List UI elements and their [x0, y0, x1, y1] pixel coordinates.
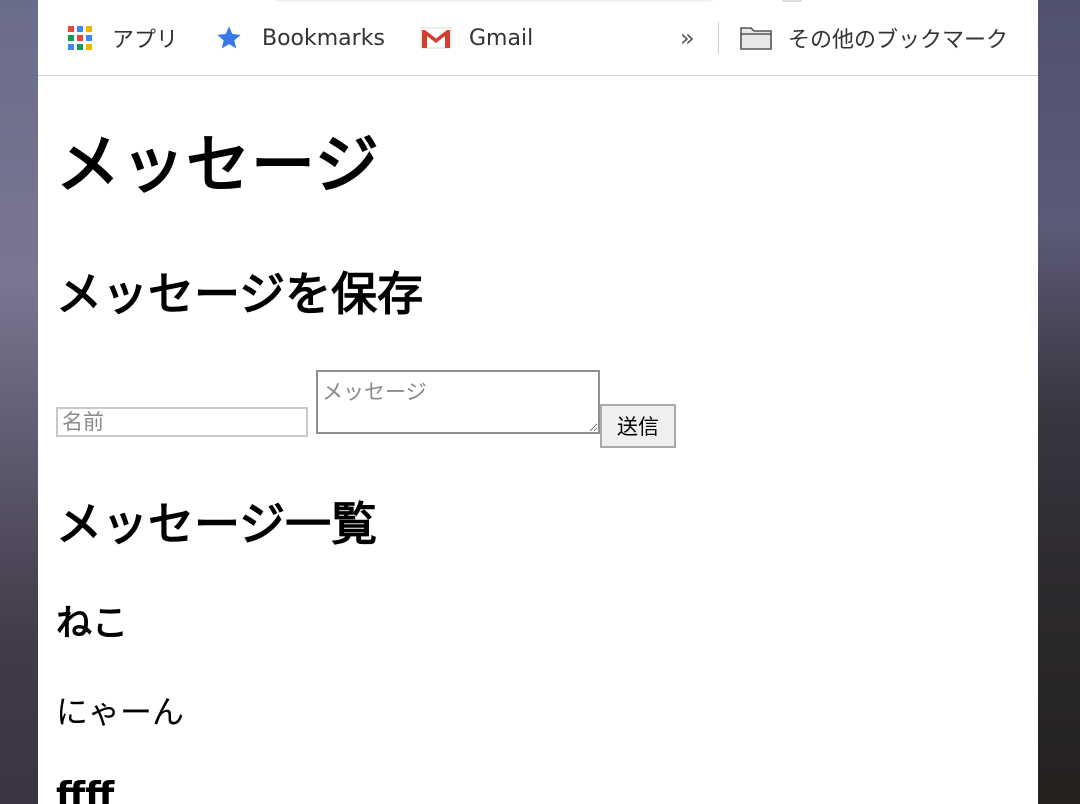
message-name: ffff — [56, 775, 115, 804]
folder-icon — [740, 27, 772, 50]
bookmark-gmail-label: Gmail — [469, 25, 534, 51]
gmail-icon — [420, 27, 452, 49]
desktop-background: アプリ Bookmarks Gmail » その他のブックマーク メッセージ メ… — [0, 0, 1080, 804]
bookmark-bookmarks-label: Bookmarks — [262, 25, 385, 51]
bookmark-bookmarks[interactable]: Bookmarks — [215, 22, 385, 54]
send-button[interactable]: 送信 — [600, 404, 676, 448]
message-body: にゃーん — [56, 693, 185, 731]
bookmarks-bar: アプリ Bookmarks Gmail » その他のブックマーク — [38, 0, 1038, 76]
list-heading: メッセージ一覧 — [56, 497, 378, 551]
bookmark-apps-label: アプリ — [112, 28, 179, 53]
save-heading: メッセージを保存 — [56, 267, 424, 321]
bookmark-other-folder[interactable]: その他のブックマーク — [739, 22, 1008, 54]
address-bar-edge[interactable] — [270, 0, 718, 2]
name-input[interactable] — [56, 407, 308, 437]
apps-grid-icon — [68, 26, 92, 50]
bookmarks-overflow-button[interactable]: » — [680, 22, 695, 54]
star-icon — [217, 26, 241, 49]
desktop-wallpaper-left — [0, 0, 38, 804]
bookmark-apps[interactable]: アプリ — [68, 22, 178, 54]
toolbar-edge — [782, 0, 802, 2]
desktop-wallpaper-right — [1038, 0, 1080, 804]
browser-window: アプリ Bookmarks Gmail » その他のブックマーク メッセージ メ… — [38, 0, 1038, 804]
message-name: ねこ — [56, 603, 129, 644]
bookmark-other-label: その他のブックマーク — [788, 28, 1009, 53]
page-title: メッセージ — [56, 129, 380, 203]
message-textarea[interactable] — [316, 370, 600, 434]
bookmarks-divider — [718, 22, 719, 54]
bookmark-gmail[interactable]: Gmail — [420, 22, 533, 54]
